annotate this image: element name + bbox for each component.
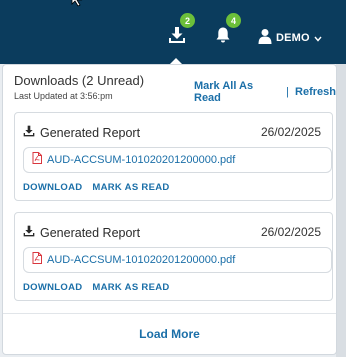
user-name: DEMO (276, 32, 310, 44)
file-link[interactable]: AUD-ACCSUM-101020201200000.pdf (23, 247, 332, 273)
pdf-icon (32, 251, 42, 269)
user-icon (258, 28, 272, 49)
refresh-link[interactable]: Refresh (295, 86, 336, 98)
file-link[interactable]: AUD-ACCSUM-101020201200000.pdf (23, 147, 332, 173)
download-icon (168, 26, 186, 49)
file-name: AUD-ACCSUM-101020201200000.pdf (47, 254, 236, 266)
download-icon (23, 224, 35, 242)
card-title: Generated Report (40, 126, 141, 140)
downloads-count-badge: 2 (180, 13, 195, 28)
card-header: Generated Report (23, 224, 140, 242)
notifications-count-badge: 4 (226, 13, 241, 28)
load-more-button[interactable]: Load More (139, 327, 200, 341)
load-more-row: Load More (3, 313, 336, 354)
panel-actions: Mark All As Read | Refresh (194, 80, 336, 104)
file-name: AUD-ACCSUM-101020201200000.pdf (47, 154, 236, 166)
download-icon (23, 124, 35, 142)
panel-title: Downloads (2 Unread) (14, 73, 145, 88)
download-card: Generated Report 26/02/2025 AUD-ACCSUM-1… (14, 212, 333, 301)
download-link[interactable]: DOWNLOAD (23, 282, 82, 293)
card-header: Generated Report (23, 124, 140, 142)
mark-all-read-link[interactable]: Mark All As Read (194, 80, 280, 104)
card-date: 26/02/2025 (260, 125, 321, 139)
actions-separator: | (286, 86, 290, 98)
user-menu[interactable]: DEMO (258, 28, 322, 48)
page-edge (336, 64, 346, 357)
card-actions: DOWNLOAD MARK AS READ (23, 182, 170, 193)
last-updated-text: Last Updated at 3:56:pm (14, 91, 113, 101)
bell-icon (214, 26, 232, 49)
chevron-down-icon (314, 29, 322, 47)
card-actions: DOWNLOAD MARK AS READ (23, 282, 170, 293)
pdf-icon (32, 151, 42, 169)
mouse-cursor-icon (70, 0, 84, 13)
download-card: Generated Report 26/02/2025 AUD-ACCSUM-1… (14, 112, 333, 201)
card-date: 26/02/2025 (260, 225, 321, 239)
card-title: Generated Report (40, 226, 141, 240)
mark-as-read-link[interactable]: MARK AS READ (92, 282, 169, 293)
mark-as-read-link[interactable]: MARK AS READ (92, 182, 169, 193)
download-link[interactable]: DOWNLOAD (23, 182, 82, 193)
downloads-panel: Downloads (2 Unread) Last Updated at 3:5… (2, 64, 337, 355)
